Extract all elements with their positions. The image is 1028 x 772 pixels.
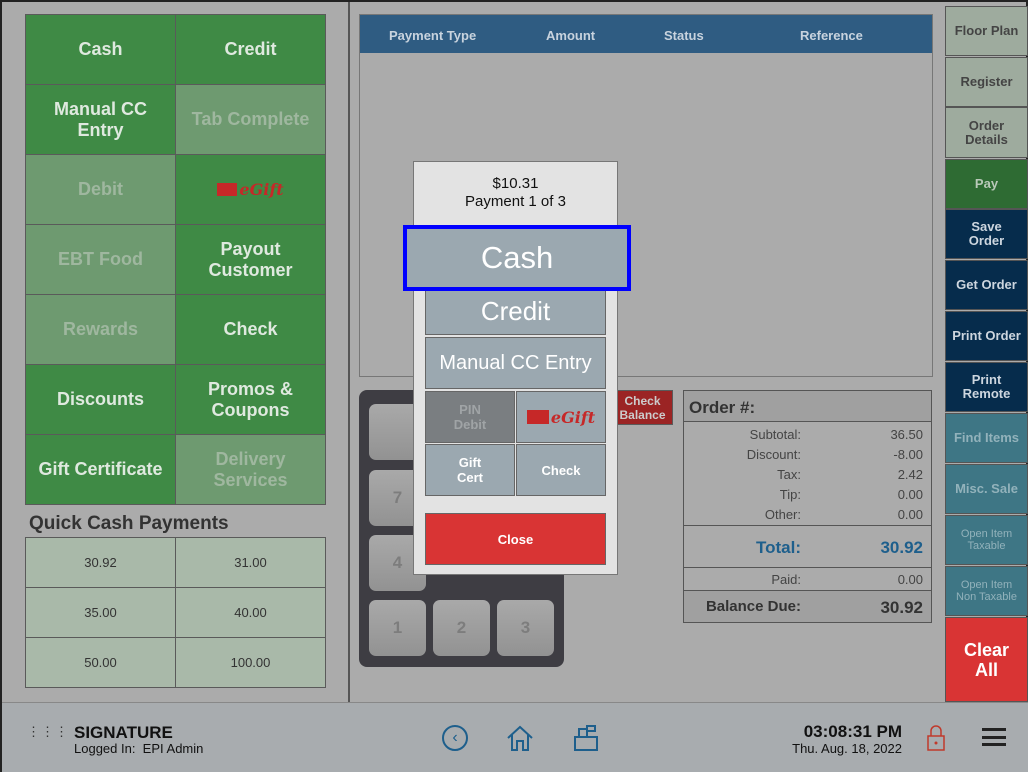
summary-value: 36.50: [890, 427, 923, 442]
clock-date: Thu. Aug. 18, 2022: [792, 741, 902, 756]
egift-label: eGift: [550, 407, 596, 427]
sidebar-save-order-button[interactable]: Save Order: [945, 209, 1028, 259]
logged-in-user: Logged In: EPI Admin: [74, 741, 204, 756]
divider: [684, 525, 931, 526]
payment-tab-complete-button: Tab Complete: [175, 84, 326, 155]
summary-value: 0.00: [897, 487, 923, 502]
summary-label: Tip:: [779, 487, 801, 502]
sidebar-open-item-taxable-button[interactable]: Open Item Taxable: [945, 515, 1028, 565]
paid-label: Paid:: [771, 572, 801, 587]
home-icon[interactable]: [505, 724, 535, 752]
button-label: Check: [223, 319, 278, 339]
button-label: Gift Certificate: [38, 459, 163, 479]
sidebar-print-remote-button[interactable]: Print Remote: [945, 362, 1028, 412]
balance-value: 30.92: [880, 598, 923, 617]
app-title: SIGNATURE: [74, 723, 173, 742]
sidebar-floor-plan-button[interactable]: Floor Plan: [945, 6, 1028, 56]
col-reference: Reference: [800, 28, 863, 43]
summary-label: Other:: [764, 507, 801, 522]
button-label: Debit: [78, 179, 123, 199]
payment-delivery-services-button: Delivery Services: [175, 434, 326, 505]
payment-ebt-food-button: EBT Food: [25, 224, 176, 295]
button-label: Rewards: [62, 319, 139, 339]
sidebar-clear-all-button[interactable]: Clear All: [945, 617, 1028, 702]
sidebar-open-item-non-taxable-button[interactable]: Open Item Non Taxable: [945, 566, 1028, 616]
payment-check-button[interactable]: Check: [175, 294, 326, 365]
sidebar-pay-button[interactable]: Pay: [945, 159, 1028, 209]
button-label: Tab Complete: [191, 109, 310, 129]
payment-credit-button[interactable]: Credit: [175, 14, 326, 85]
col-status: Status: [664, 28, 704, 43]
sidebar-find-items-button[interactable]: Find Items: [945, 413, 1028, 463]
key-2[interactable]: 2: [433, 600, 490, 656]
key-3[interactable]: 3: [497, 600, 554, 656]
summary-value: -8.00: [893, 447, 923, 462]
paid-value: 0.00: [897, 572, 923, 587]
summary-label: Discount:: [746, 447, 801, 462]
apps-grid-icon[interactable]: ⋮⋮⋮: [27, 725, 69, 738]
modal-manual-cc-button[interactable]: Manual CC Entry: [425, 337, 606, 389]
key-1[interactable]: 1: [369, 600, 426, 656]
button-label: Discounts: [56, 389, 144, 409]
register-icon[interactable]: [572, 724, 600, 752]
summary-value: 0.00: [897, 507, 923, 522]
sidebar-register-button[interactable]: Register: [945, 57, 1028, 107]
payment-payout-customer-button[interactable]: Payout Customer: [175, 224, 326, 295]
modal-payment-count: Payment 1 of 3: [465, 193, 566, 210]
modal-gift-cert-button[interactable]: Gift Cert: [425, 444, 515, 496]
divider: [684, 567, 931, 568]
button-label: EBT Food: [58, 249, 143, 269]
quick-cash-button[interactable]: 31.00: [175, 537, 326, 588]
summary-value: 2.42: [897, 467, 923, 482]
modal-amount: $10.31: [492, 175, 539, 192]
sidebar-misc-sale-button[interactable]: Misc. Sale: [945, 464, 1028, 514]
sidebar-get-order-button[interactable]: Get Order: [945, 260, 1028, 310]
payment-discounts-button[interactable]: Discounts: [25, 364, 176, 435]
order-number-label: Order #:: [689, 398, 756, 417]
button-label: Payout Customer: [208, 238, 293, 280]
sidebar-order-details-button[interactable]: Order Details: [945, 107, 1028, 158]
quick-cash-button[interactable]: 40.00: [175, 587, 326, 638]
quick-cash-title: Quick Cash Payments: [29, 513, 229, 534]
button-label: Manual CC Entry: [53, 98, 147, 140]
modal-cash-button[interactable]: Cash: [403, 225, 631, 291]
quick-cash-button[interactable]: 30.92: [25, 537, 176, 588]
divider: [348, 2, 350, 702]
order-summary: Order #: Subtotal: 36.50 Discount: -8.00 Tax…: [683, 390, 932, 623]
total-label: Total:: [755, 538, 801, 557]
button-label: eGift: [239, 180, 284, 199]
gift-icon: [217, 183, 238, 196]
modal-pin-debit-button[interactable]: PIN Debit: [425, 391, 515, 443]
button-label: Credit: [224, 39, 277, 59]
lock-icon[interactable]: [926, 724, 946, 752]
summary-label: Tax:: [777, 467, 801, 482]
sidebar-print-order-button[interactable]: Print Order: [945, 311, 1028, 361]
gift-icon: [526, 410, 549, 424]
button-label: Delivery Services: [213, 448, 288, 490]
payment-manual-cc-entry-button[interactable]: Manual CC Entry: [25, 84, 176, 155]
balance-label: Balance Due:: [705, 598, 801, 615]
col-amount: Amount: [546, 28, 596, 43]
button-label: Cash: [78, 39, 123, 59]
modal-credit-button[interactable]: Credit: [425, 285, 606, 335]
modal-check-button[interactable]: Check: [516, 444, 606, 496]
menu-icon[interactable]: [982, 728, 1006, 746]
payment-debit-button: Debit: [25, 154, 176, 225]
button-label: Promos & Coupons: [207, 378, 294, 420]
quick-cash-button[interactable]: 50.00: [25, 637, 176, 688]
payment-gift-certificate-button[interactable]: Gift Certificate: [25, 434, 176, 505]
payment-rewards-button: Rewards: [25, 294, 176, 365]
back-icon[interactable]: ‹: [442, 725, 468, 751]
col-payment-type: Payment Type: [389, 28, 477, 43]
quick-cash-button[interactable]: 100.00: [175, 637, 326, 688]
modal-close-button[interactable]: Close: [425, 513, 606, 565]
total-value: 30.92: [880, 538, 923, 557]
summary-label: Subtotal:: [749, 427, 801, 442]
payment-cash-button[interactable]: Cash: [25, 14, 176, 85]
modal-egift-button[interactable]: eGift: [516, 391, 606, 443]
payment-egift-button[interactable]: eGift: [175, 154, 326, 225]
clock-time: 03:08:31 PM: [803, 722, 902, 741]
quick-cash-button[interactable]: 35.00: [25, 587, 176, 638]
payment-promos-coupons-button[interactable]: Promos & Coupons: [175, 364, 326, 435]
